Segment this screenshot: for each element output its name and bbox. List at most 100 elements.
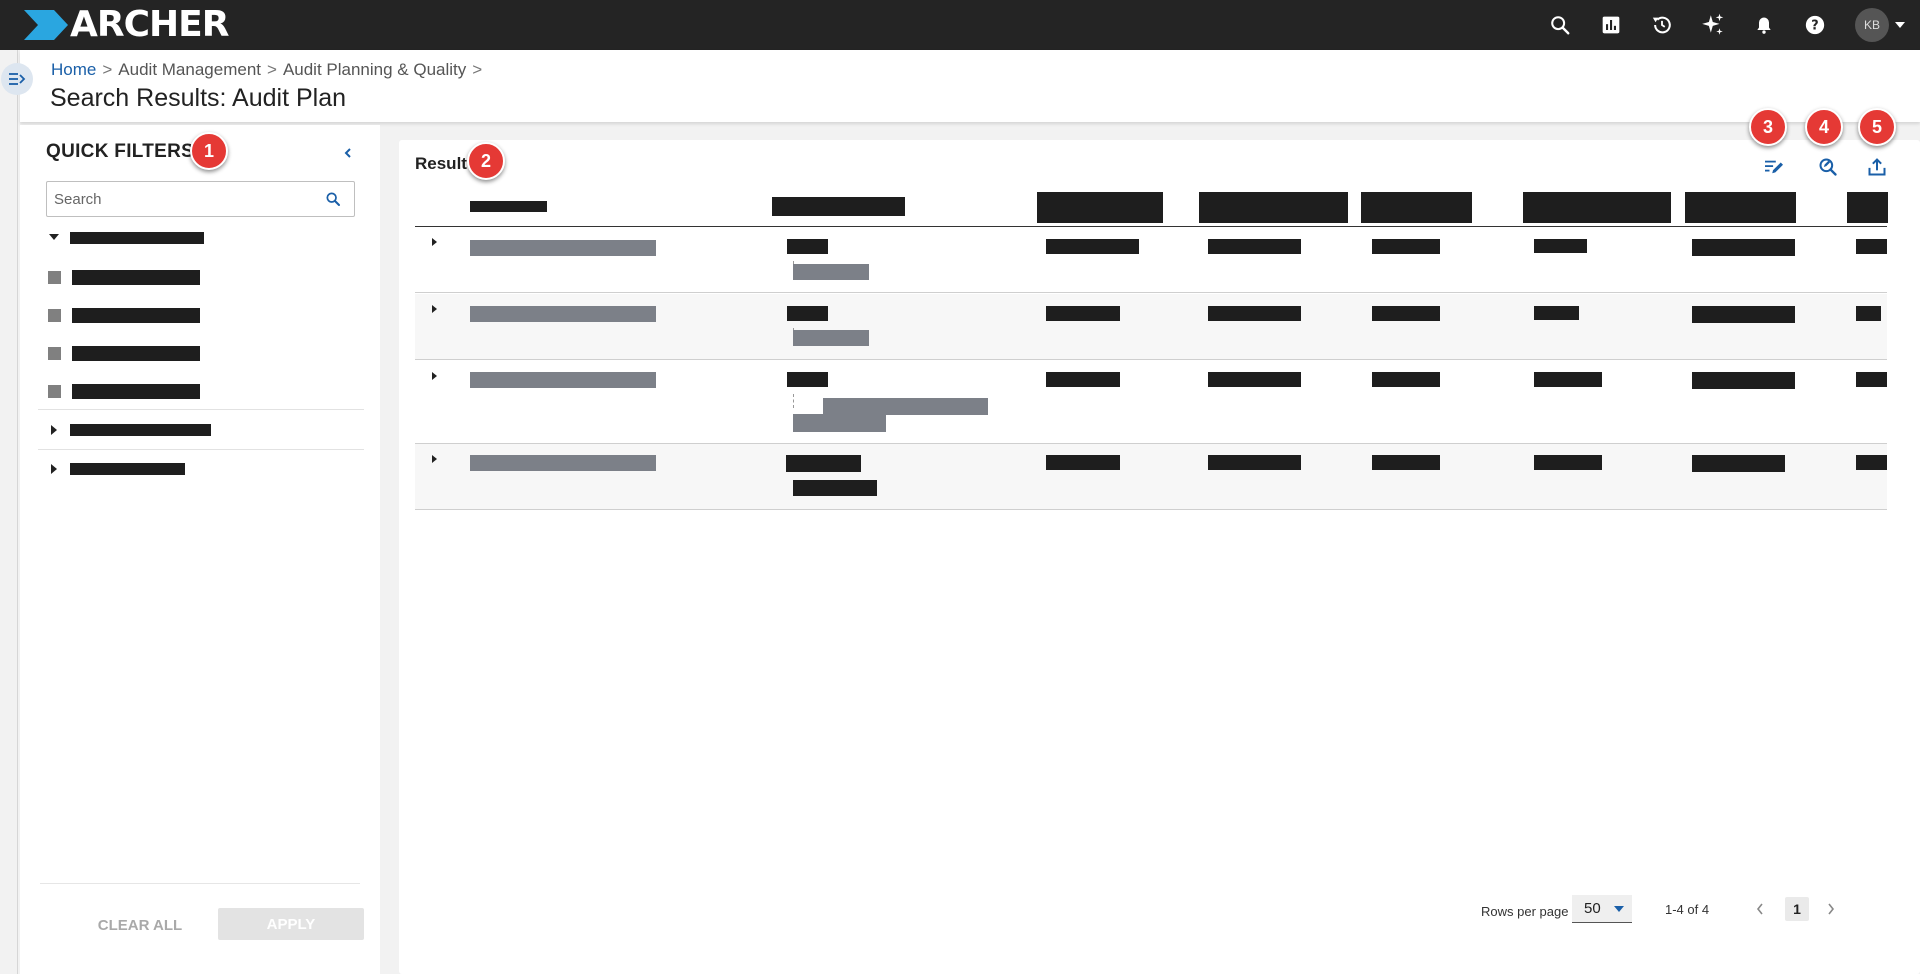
- filter-option-label-redacted: [72, 384, 200, 399]
- breadcrumb-separator: >: [472, 60, 483, 79]
- cell-value-redacted: [1208, 372, 1301, 387]
- filter-option-label-redacted: [72, 308, 200, 323]
- apply-filters-button[interactable]: APPLY: [218, 908, 364, 940]
- cell-value-redacted: [1692, 372, 1795, 389]
- filter-group-expand-toggle[interactable]: [51, 425, 57, 435]
- chevron-down-icon: [1895, 22, 1905, 28]
- cell-value-redacted: [1046, 306, 1120, 321]
- row-expand-toggle[interactable]: [428, 235, 440, 249]
- related-link-redacted[interactable]: [793, 414, 886, 432]
- result-panel: Result 2 3 4 5 Rows per page 50 1-4 of 4…: [399, 108, 1920, 974]
- column-header-redacted[interactable]: [1361, 192, 1472, 223]
- clear-all-button[interactable]: CLEAR ALL: [90, 906, 190, 946]
- edit-columns-button[interactable]: [1761, 154, 1787, 180]
- cell-value-redacted: [1208, 239, 1301, 254]
- cell-value-redacted: [787, 372, 828, 387]
- page-range-text: 1-4 of 4: [1665, 902, 1710, 917]
- column-header-redacted[interactable]: [1037, 192, 1163, 223]
- record-link-redacted[interactable]: [470, 306, 656, 322]
- cell-value-redacted: [1692, 306, 1795, 323]
- column-header-redacted[interactable]: [1847, 192, 1888, 223]
- filter-option-checkbox[interactable]: [48, 271, 61, 284]
- tree-connector: [793, 394, 794, 408]
- column-header-redacted[interactable]: [470, 201, 547, 212]
- rows-per-page-select[interactable]: 50: [1572, 895, 1632, 923]
- ai-sparkle-icon[interactable]: [1687, 0, 1738, 50]
- next-page-button[interactable]: [1821, 899, 1841, 919]
- avatar: KB: [1855, 8, 1889, 42]
- record-link-redacted[interactable]: [470, 455, 656, 471]
- related-link-redacted[interactable]: [793, 330, 869, 346]
- breadcrumb-home-link[interactable]: Home: [51, 60, 96, 79]
- cell-value-redacted: [1372, 455, 1440, 470]
- breadcrumb-separator: >: [102, 60, 113, 79]
- search-icon[interactable]: [1534, 0, 1585, 50]
- breadcrumb-audit-management[interactable]: Audit Management: [118, 60, 261, 79]
- help-icon[interactable]: ?: [1789, 0, 1840, 50]
- filter-search-box: [46, 181, 355, 217]
- cell-value-redacted: [1208, 455, 1301, 470]
- cell-value-redacted: [787, 239, 828, 254]
- cell-value-redacted: [793, 480, 877, 496]
- cell-value-redacted: [1046, 239, 1139, 254]
- page-number-button[interactable]: 1: [1785, 897, 1809, 921]
- cell-value-redacted: [1534, 372, 1602, 387]
- reports-icon[interactable]: [1585, 0, 1636, 50]
- caret-down-icon: [1614, 906, 1624, 912]
- column-header-redacted[interactable]: [1523, 192, 1671, 223]
- record-link-redacted[interactable]: [470, 372, 656, 388]
- archer-logo-mark-icon: [24, 10, 68, 40]
- quick-filters-panel: QUICK FILTERS CLEAR ALL APPLY 1: [20, 125, 380, 974]
- export-button[interactable]: [1864, 154, 1890, 180]
- related-link-redacted[interactable]: [823, 398, 988, 415]
- divider: [40, 883, 360, 884]
- related-link-redacted[interactable]: [793, 264, 869, 280]
- archer-logo-text: ARCHER: [70, 4, 229, 45]
- divider: [38, 409, 364, 410]
- modify-search-icon: [1819, 158, 1837, 176]
- sidebar-toggle-button[interactable]: [1, 63, 33, 95]
- cell-value-redacted: [1856, 239, 1887, 254]
- breadcrumb-separator: >: [267, 60, 277, 79]
- filter-group-label-redacted: [70, 424, 211, 436]
- page-header: Home > Audit Management > Audit Planning & Q…: [20, 50, 1920, 122]
- record-link-redacted[interactable]: [470, 240, 656, 256]
- row-expand-toggle[interactable]: [428, 369, 440, 383]
- annotation-badge: 4: [1805, 108, 1843, 146]
- column-header-redacted[interactable]: [1199, 192, 1348, 223]
- quick-filters-title: QUICK FILTERS: [46, 141, 195, 162]
- filter-option-checkbox[interactable]: [48, 347, 61, 360]
- collapse-filters-button[interactable]: [338, 143, 358, 163]
- user-menu[interactable]: KB: [1840, 0, 1920, 50]
- cell-value-redacted: [1372, 239, 1440, 254]
- archer-logo[interactable]: ARCHER: [24, 4, 229, 46]
- row-expand-toggle[interactable]: [428, 452, 440, 466]
- column-header-redacted[interactable]: [1685, 192, 1796, 223]
- export-icon: [1868, 158, 1886, 176]
- filter-group-expand-toggle[interactable]: [49, 234, 59, 240]
- cell-value-redacted: [1692, 455, 1785, 472]
- filter-option-label-redacted: [72, 346, 200, 361]
- cell-value-redacted: [787, 306, 828, 321]
- breadcrumb-audit-planning-quality[interactable]: Audit Planning & Quality: [283, 60, 466, 79]
- previous-page-button[interactable]: [1750, 899, 1770, 919]
- annotation-badge: 3: [1749, 108, 1787, 146]
- annotation-badge: 5: [1858, 108, 1896, 146]
- table-row: [415, 294, 1887, 360]
- caret-right-icon: [431, 305, 437, 313]
- filter-group-expand-toggle[interactable]: [51, 464, 57, 474]
- menu-expand-icon: [9, 73, 26, 85]
- history-icon[interactable]: [1636, 0, 1687, 50]
- cell-value-redacted: [1856, 455, 1887, 470]
- notifications-icon[interactable]: [1738, 0, 1789, 50]
- filter-search-input[interactable]: [47, 184, 317, 214]
- row-expand-toggle[interactable]: [428, 302, 440, 316]
- cell-value-redacted: [1208, 306, 1301, 321]
- column-header-redacted[interactable]: [772, 197, 905, 216]
- breadcrumb: Home > Audit Management > Audit Planning & Q…: [51, 60, 488, 80]
- filter-option-checkbox[interactable]: [48, 385, 61, 398]
- filter-option-checkbox[interactable]: [48, 309, 61, 322]
- cell-value-redacted: [1534, 239, 1587, 253]
- search-icon[interactable]: [317, 182, 349, 216]
- modify-search-button[interactable]: [1815, 154, 1841, 180]
